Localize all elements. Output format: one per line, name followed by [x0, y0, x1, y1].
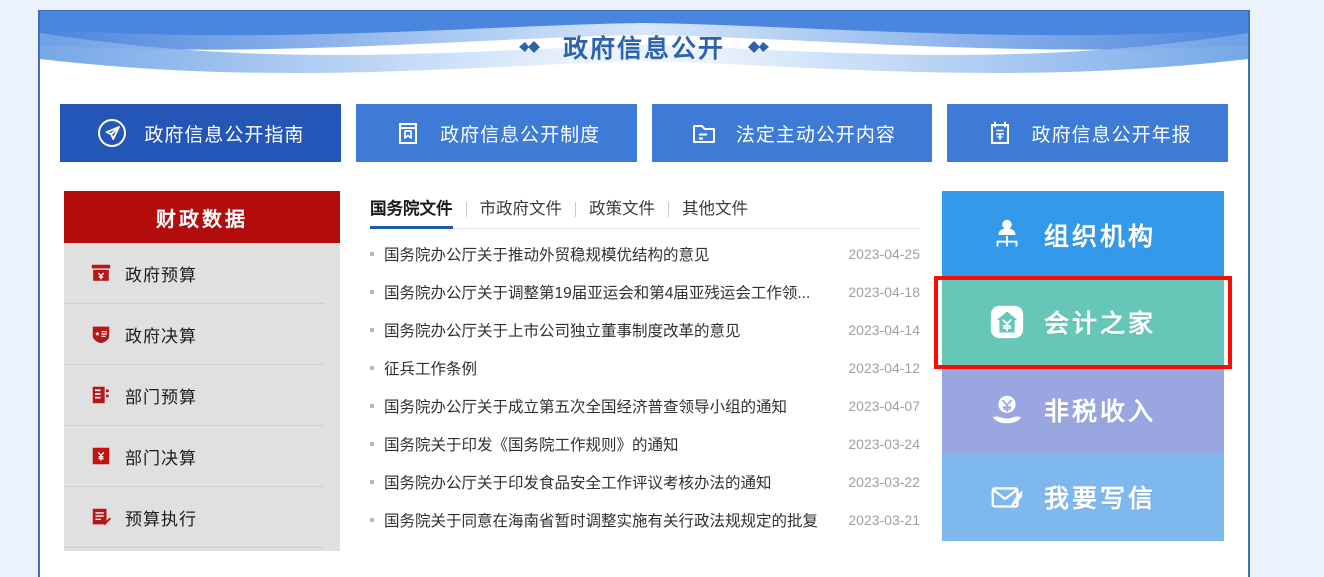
list-item[interactable]: 国务院办公厅关于上市公司独立董事制度改革的意见 2023-04-14: [370, 311, 920, 349]
nav-button-label: 政府信息公开年报: [1031, 124, 1192, 146]
bullet-icon: [370, 480, 374, 484]
document-tabs: 国务院文件 市政府文件 政策文件 其他文件: [370, 191, 920, 229]
diamond-pair-icon-right: [739, 39, 769, 55]
quick-link-label: 会计之家: [1044, 310, 1157, 339]
shield-badge-icon: [92, 326, 110, 344]
document-date: 2023-04-25: [848, 246, 920, 262]
document-date: 2023-04-18: [848, 284, 920, 300]
list-item[interactable]: 国务院办公厅关于成立第五次全国经济普查领导小组的通知 2023-04-07: [370, 387, 920, 425]
document-panel: 国务院文件 市政府文件 政策文件 其他文件 国务院办公厅关于推动外贸稳规模优结构…: [340, 191, 942, 576]
quick-links-panel: 组织机构 会计之家 非税收入 我要写信: [934, 191, 1232, 541]
diamond-pair-icon-left: [518, 39, 549, 55]
page-title: 政府信息公开: [562, 35, 725, 63]
nav-button-mandatory-content[interactable]: 法定主动公开内容: [651, 104, 933, 162]
house-yuan-icon: [990, 306, 1024, 339]
sidebar-item-budget-execution[interactable]: 预算执行: [64, 487, 324, 548]
quick-link-non-tax-revenue[interactable]: 非税收入: [942, 366, 1224, 454]
paper-plane-circle-icon: [98, 119, 127, 147]
nav-button-label: 政府信息公开制度: [440, 124, 601, 146]
sidebar-item-label: 政府预算: [125, 265, 197, 285]
yuan-card-icon: [91, 264, 111, 281]
document-title: 国务院办公厅关于印发食品安全工作评议考核办法的通知: [384, 475, 772, 492]
bullet-icon: [370, 252, 374, 256]
document-title: 国务院办公厅关于上市公司独立董事制度改革的意见: [384, 323, 741, 340]
sidebar-item-department-budget[interactable]: 部门预算: [64, 365, 324, 426]
nav-button-label: 政府信息公开指南: [144, 124, 305, 146]
yuan-square-icon: [92, 447, 110, 465]
hand-coin-icon: [992, 395, 1022, 424]
tab-other-documents[interactable]: 其他文件: [669, 195, 761, 228]
envelope-pen-icon: [991, 487, 1023, 508]
page-root: 政府信息公开 政府信息公开指南 政府信息公开制度 法定主动公开内容 政府信息公开…: [0, 0, 1324, 577]
building-bars-icon: [92, 386, 109, 404]
page-banner: 政府信息公开: [40, 11, 1248, 87]
list-item[interactable]: 国务院办公厅关于印发食品安全工作评议考核办法的通知 2023-03-22: [370, 463, 920, 501]
bullet-icon: [370, 366, 374, 370]
sidebar-item-government-budget[interactable]: 政府预算: [64, 243, 324, 304]
document-title: 国务院关于印发《国务院工作规则》的通知: [384, 437, 679, 454]
list-item[interactable]: 国务院办公厅关于推动外贸稳规模优结构的意见 2023-04-25: [370, 235, 920, 273]
finance-data-sidebar: 财政数据 政府预算 政府决算 部门预算 部门决算 预算执行: [64, 191, 340, 551]
document-list: 国务院办公厅关于推动外贸稳规模优结构的意见 2023-04-25 国务院办公厅关…: [370, 235, 920, 539]
sidebar-item-government-final-accounts[interactable]: 政府决算: [64, 304, 324, 365]
folder-icon: [692, 125, 715, 143]
document-date: 2023-04-12: [848, 360, 920, 376]
sidebar-item-label: 部门决算: [125, 448, 197, 468]
document-date: 2023-04-07: [848, 398, 920, 414]
quick-link-label: 我要写信: [1044, 485, 1157, 514]
nav-button-annual-report[interactable]: 政府信息公开年报: [947, 104, 1228, 162]
document-title: 国务院办公厅关于成立第五次全国经济普查领导小组的通知: [384, 399, 788, 416]
document-date: 2023-03-22: [848, 474, 920, 490]
list-item[interactable]: 国务院关于印发《国务院工作规则》的通知 2023-03-24: [370, 425, 920, 463]
sidebar-title: 财政数据: [64, 191, 340, 243]
nav-button-system[interactable]: 政府信息公开制度: [355, 104, 637, 162]
document-title: 国务院关于同意在海南省暂时调整实施有关行政法规规定的批复: [384, 513, 819, 530]
bullet-icon: [370, 328, 374, 332]
bullet-icon: [370, 290, 374, 294]
bullet-icon: [370, 518, 374, 522]
disclosure-nav: 政府信息公开指南 政府信息公开制度 法定主动公开内容 政府信息公开年报: [40, 93, 1248, 173]
list-item[interactable]: 国务院关于同意在海南省暂时调整实施有关行政法规规定的批复 2023-03-21: [370, 501, 920, 539]
nav-button-label: 法定主动公开内容: [735, 124, 896, 146]
document-date: 2023-03-24: [848, 436, 920, 452]
quick-link-accounting-home[interactable]: 会计之家: [934, 275, 1232, 369]
quick-link-label: 组织机构: [1044, 222, 1157, 251]
bullet-icon: [370, 404, 374, 408]
content-body: 财政数据 政府预算 政府决算 部门预算 部门决算 预算执行 国务院文件 市政府文…: [40, 191, 1248, 576]
sidebar-item-label: 政府决算: [125, 326, 197, 346]
document-title: 征兵工作条例: [384, 361, 478, 378]
list-item[interactable]: 征兵工作条例 2023-04-12: [370, 349, 920, 387]
quick-link-write-letter[interactable]: 我要写信: [942, 453, 1224, 541]
nav-button-guide[interactable]: 政府信息公开指南: [60, 104, 341, 162]
content-frame: 政府信息公开 政府信息公开指南 政府信息公开制度 法定主动公开内容 政府信息公开…: [38, 10, 1250, 577]
document-date: 2023-04-14: [848, 322, 920, 338]
document-date: 2023-03-21: [848, 512, 920, 528]
tab-municipal-government-documents[interactable]: 市政府文件: [467, 195, 576, 228]
calendar-year-icon: [990, 121, 1009, 144]
tab-policy-documents[interactable]: 政策文件: [576, 195, 668, 228]
tab-state-council-documents[interactable]: 国务院文件: [370, 195, 466, 229]
quick-link-organization[interactable]: 组织机构: [942, 191, 1224, 279]
sidebar-item-department-final-accounts[interactable]: 部门决算: [64, 426, 324, 487]
sidebar-item-label: 预算执行: [125, 509, 197, 529]
quick-link-label: 非税收入: [1044, 397, 1157, 426]
book-icon: [399, 123, 418, 144]
document-pen-icon: [92, 508, 112, 526]
list-item[interactable]: 国务院办公厅关于调整第19届亚运会和第4届亚残运会工作领... 2023-04-…: [370, 273, 920, 311]
document-title: 国务院办公厅关于推动外贸稳规模优结构的意见: [384, 247, 710, 264]
org-chart-icon: [996, 219, 1018, 247]
bullet-icon: [370, 442, 374, 446]
sidebar-item-label: 部门预算: [125, 387, 197, 407]
document-title: 国务院办公厅关于调整第19届亚运会和第4届亚残运会工作领...: [384, 285, 811, 302]
